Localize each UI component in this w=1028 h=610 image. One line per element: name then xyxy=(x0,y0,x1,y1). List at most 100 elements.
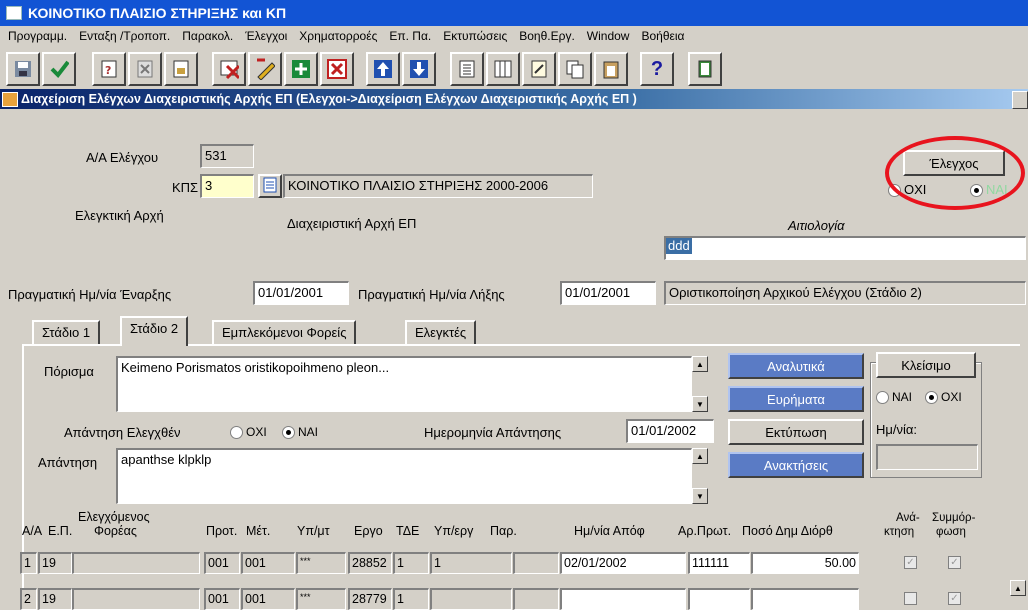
tab-emplekomenoi-foreis[interactable]: Εμπλεκόμενοι Φορείς xyxy=(212,320,357,344)
cell-hmapof[interactable] xyxy=(560,588,686,610)
previous-record-button[interactable] xyxy=(366,52,400,86)
scroll-up-icon[interactable]: ▲ xyxy=(692,356,708,372)
porisma-field[interactable]: Keimeno Porismatos oristikopoihmeno pleo… xyxy=(116,356,692,412)
menu-ektyposeis[interactable]: Εκτυπώσεις xyxy=(443,29,507,43)
ektyposi-button[interactable]: Εκτύπωση xyxy=(728,419,864,445)
kps-field[interactable]: 3 xyxy=(200,174,254,198)
cell-yperg[interactable] xyxy=(430,588,512,610)
cell-ypmt[interactable]: *** xyxy=(296,588,346,610)
remove-record-button[interactable] xyxy=(320,52,354,86)
exit-button[interactable] xyxy=(688,52,722,86)
symm-checkbox[interactable]: ✓ xyxy=(948,592,961,605)
menu-ep-pa[interactable]: Επ. Πα. xyxy=(389,29,431,43)
menu-parakol[interactable]: Παρακολ. xyxy=(182,29,233,43)
elegxos-radio-oxi[interactable]: ΟΧΙ xyxy=(888,182,926,198)
kleisimo-button[interactable]: Κλείσιμο xyxy=(876,352,976,378)
cell-arprot[interactable]: 111111 xyxy=(688,552,750,574)
tab-stadio-2[interactable]: Στάδιο 2 xyxy=(120,316,189,346)
aitiologia-field[interactable]: ddd xyxy=(664,236,1026,260)
delete-record-button[interactable] xyxy=(212,52,246,86)
menu-xrimatorroes[interactable]: Χρηματορροές xyxy=(299,29,377,43)
start-date-field[interactable]: 01/01/2001 xyxy=(253,281,349,305)
end-date-field[interactable]: 01/01/2001 xyxy=(560,281,656,305)
cell-ergo[interactable]: 28852 xyxy=(348,552,392,574)
next-record-button[interactable] xyxy=(402,52,436,86)
col-met: Μέτ. xyxy=(246,524,271,538)
menu-elegxoi[interactable]: Έλεγχοι xyxy=(245,29,287,43)
symm-checkbox[interactable]: ✓ xyxy=(948,556,961,569)
edit-text-button[interactable] xyxy=(522,52,556,86)
copy-button[interactable] xyxy=(558,52,592,86)
cell-poso[interactable] xyxy=(751,588,859,610)
table-scrollbar[interactable]: ▲ xyxy=(1010,580,1026,610)
insert-record-button[interactable] xyxy=(284,52,318,86)
cell-ep[interactable]: 19 xyxy=(38,552,72,574)
app-title: ΚΟΙΝΟΤΙΚΟ ΠΛΑΙΣΙΟ ΣΤΗΡΙΞΗΣ και ΚΠ xyxy=(28,5,287,21)
date-apantisis-field[interactable]: 01/01/2002 xyxy=(626,419,714,443)
cell-par[interactable] xyxy=(513,588,559,610)
anaktiseis-button[interactable]: Ανακτήσεις xyxy=(728,452,864,478)
kps-lov-button[interactable] xyxy=(258,174,282,198)
scroll-up-icon[interactable]: ▲ xyxy=(1010,580,1026,596)
save-button[interactable] xyxy=(6,52,40,86)
anakt-checkbox[interactable]: ✓ xyxy=(904,556,917,569)
print-button[interactable] xyxy=(450,52,484,86)
cell-par[interactable] xyxy=(513,552,559,574)
apantisi-scrollbar[interactable]: ▲ ▼ xyxy=(692,448,708,504)
menu-programm[interactable]: Προγραμμ. xyxy=(8,29,67,43)
cell-aa[interactable]: 1 xyxy=(20,552,37,574)
cell-aa[interactable]: 2 xyxy=(20,588,37,610)
analytika-button[interactable]: Αναλυτικά xyxy=(728,353,864,379)
help-button[interactable]: ? xyxy=(640,52,674,86)
menu-window[interactable]: Window xyxy=(587,29,630,43)
paste-button[interactable] xyxy=(594,52,628,86)
cell-tde[interactable]: 1 xyxy=(393,588,429,610)
cell-prot[interactable]: 001 xyxy=(204,552,240,574)
elegxos-button[interactable]: Έλεγχος xyxy=(903,150,1005,176)
cell-ypmt[interactable]: *** xyxy=(296,552,346,574)
cell-ergo[interactable]: 28779 xyxy=(348,588,392,610)
cell-yperg[interactable]: 1 xyxy=(430,552,512,574)
kleisimo-date-field xyxy=(876,444,978,470)
window-title: Διαχείριση Ελέγχων Διαχειριστικής Αρχής … xyxy=(21,92,637,106)
cell-arprot[interactable] xyxy=(688,588,750,610)
cell-poso[interactable]: 50.00 xyxy=(751,552,859,574)
cell-foreas[interactable] xyxy=(72,552,200,574)
menu-entaxi[interactable]: Ενταξη /Τροποπ. xyxy=(79,29,170,43)
apantisi-radio-nai[interactable]: ΝΑΙ xyxy=(282,425,318,440)
cell-hmapof[interactable]: 02/01/2002 xyxy=(560,552,686,574)
anakt-checkbox[interactable] xyxy=(904,592,917,605)
menu-voitheia[interactable]: Βοήθεια xyxy=(641,29,684,43)
edit-record-button[interactable] xyxy=(248,52,282,86)
kleisimo-radio-nai[interactable]: ΝΑΙ xyxy=(876,390,912,405)
query-button[interactable]: ? xyxy=(92,52,126,86)
cell-ep[interactable]: 19 xyxy=(38,588,72,610)
porisma-label: Πόρισμα xyxy=(44,364,94,379)
document-clear-icon xyxy=(171,59,191,79)
scroll-down-icon[interactable]: ▼ xyxy=(692,396,708,412)
evrimata-button[interactable]: Ευρήματα xyxy=(728,386,864,412)
cell-prot[interactable]: 001 xyxy=(204,588,240,610)
scroll-down-icon[interactable]: ▼ xyxy=(692,488,708,504)
porisma-scrollbar[interactable]: ▲ ▼ xyxy=(692,356,708,412)
tab-elegktes[interactable]: Ελεγκτές xyxy=(405,320,477,344)
menu-bar: Προγραμμ. Ενταξη /Τροποπ. Παρακολ. Έλεγχ… xyxy=(0,26,1028,46)
apantisi-field[interactable]: apanthse klpklp xyxy=(116,448,692,504)
apantisi-radio-oxi[interactable]: ΟΧΙ xyxy=(230,425,267,440)
clear-button[interactable] xyxy=(164,52,198,86)
window-minimize-button[interactable] xyxy=(1012,91,1028,109)
cell-met[interactable]: 001 xyxy=(241,552,295,574)
columns-button[interactable] xyxy=(486,52,520,86)
kleisimo-radio-oxi[interactable]: ΟΧΙ xyxy=(925,390,962,405)
cell-met[interactable]: 001 xyxy=(241,588,295,610)
cell-tde[interactable]: 1 xyxy=(393,552,429,574)
scroll-up-icon[interactable]: ▲ xyxy=(692,448,708,464)
menu-voith-erg[interactable]: Βοηθ.Εργ. xyxy=(519,29,575,43)
stage-status: Οριστικοποίηση Αρχικού Ελέγχου (Στάδιο 2… xyxy=(664,281,1026,305)
tab-stadio-1[interactable]: Στάδιο 1 xyxy=(32,320,101,344)
accept-button[interactable] xyxy=(42,52,76,86)
cancel-query-button[interactable] xyxy=(128,52,162,86)
col-foreas: Φορέας xyxy=(94,524,137,538)
elegxos-radio-nai[interactable]: ΝΑΙ xyxy=(970,182,1008,198)
cell-foreas[interactable] xyxy=(72,588,200,610)
